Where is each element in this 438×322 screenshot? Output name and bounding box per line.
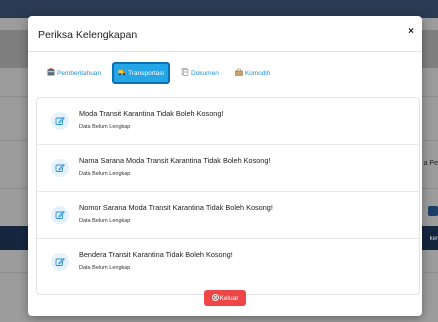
list-item[interactable]: Bendera Transit Karantina Tidak Boleh Ko… — [37, 239, 419, 285]
background-text: a Pe — [423, 160, 438, 167]
item-title: Nomor Sarana Moda Transit Karantina Tida… — [79, 203, 273, 212]
building-icon — [47, 68, 55, 78]
validation-list: Moda Transit Karantina Tidak Boleh Koson… — [36, 97, 420, 295]
list-item[interactable]: Nomor Sarana Moda Transit Karantina Tida… — [37, 192, 419, 239]
edit-icon — [51, 253, 69, 271]
item-title: Moda Transit Karantina Tidak Boleh Koson… — [79, 109, 224, 118]
background-text: ker — [429, 236, 438, 242]
tab-label: Komoditi — [244, 69, 271, 77]
edit-icon — [51, 112, 69, 130]
item-title: Nama Sarana Moda Transit Karantina Tidak… — [79, 156, 271, 165]
tab-komoditi[interactable]: Komoditi — [230, 63, 275, 83]
tab-transportasi[interactable]: Transportasi — [112, 62, 170, 84]
keluar-label: Keluar — [219, 294, 239, 302]
item-subtitle: Data Belum Lengkap — [79, 218, 131, 224]
tab-bar: Pemberitahuan Transportasi Dokumen Komod… — [42, 62, 275, 84]
modal-title: Periksa Kelengkapan — [38, 29, 138, 41]
truck-icon — [118, 68, 126, 78]
tab-dokumen[interactable]: Dokumen — [176, 63, 224, 83]
periksa-kelengkapan-modal: Periksa Kelengkapan × Pemberitahuan Tran… — [28, 16, 422, 316]
tab-label: Transportasi — [128, 69, 164, 77]
header-divider — [28, 51, 422, 52]
tab-label: Dokumen — [190, 69, 219, 77]
edit-icon — [51, 159, 69, 177]
documents-icon — [181, 68, 189, 78]
keluar-button[interactable]: Keluar — [204, 290, 246, 306]
crate-icon — [235, 68, 243, 78]
edit-icon — [51, 206, 69, 224]
item-subtitle: Data Belum Lengkap — [79, 124, 131, 130]
close-icon[interactable]: × — [408, 26, 414, 37]
tab-pemberitahuan[interactable]: Pemberitahuan — [42, 63, 106, 83]
background-button — [428, 206, 438, 216]
item-subtitle: Data Belum Lengkap — [79, 265, 131, 271]
exit-icon — [211, 293, 219, 303]
tab-label: Pemberitahuan — [57, 69, 102, 77]
item-subtitle: Data Belum Lengkap — [79, 171, 131, 177]
item-title: Bendera Transit Karantina Tidak Boleh Ko… — [79, 250, 233, 259]
list-item[interactable]: Moda Transit Karantina Tidak Boleh Koson… — [37, 98, 419, 145]
list-item[interactable]: Nama Sarana Moda Transit Karantina Tidak… — [37, 145, 419, 192]
